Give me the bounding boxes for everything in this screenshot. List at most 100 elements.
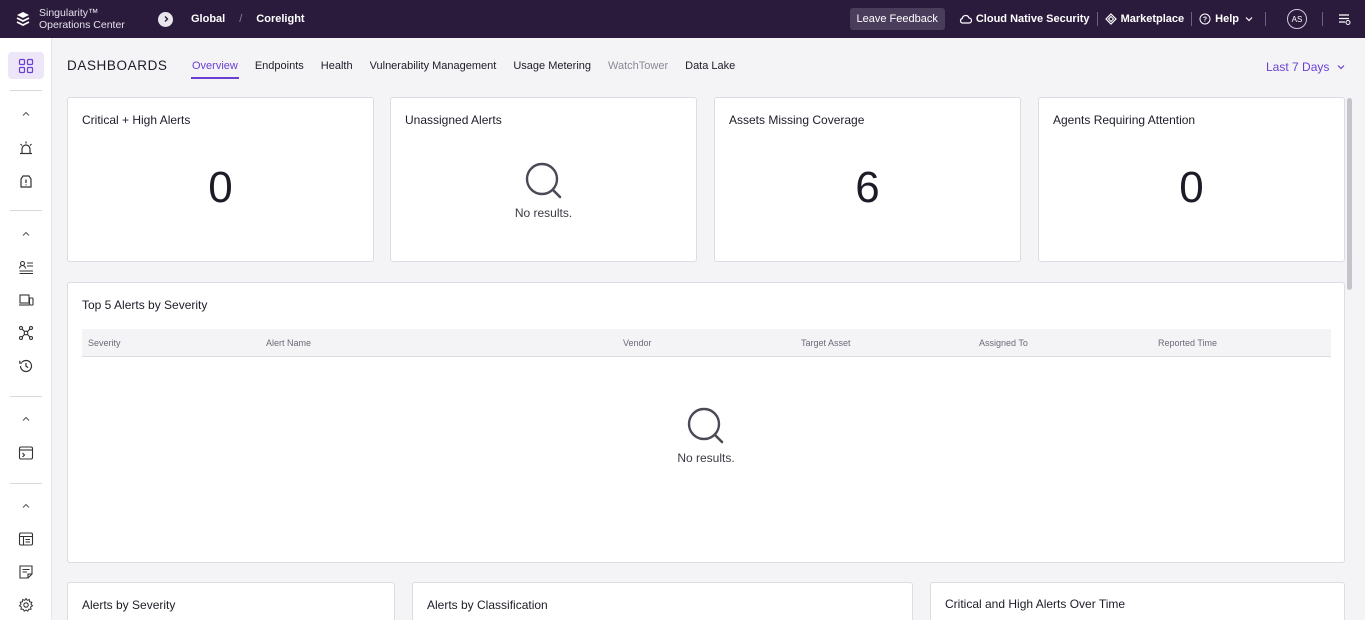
- help-label: Help: [1215, 13, 1239, 25]
- tab-watchtower[interactable]: WatchTower: [608, 60, 668, 77]
- chevron-up-icon: [22, 416, 30, 421]
- table-icon: [18, 532, 34, 546]
- product-subname: Operations Center: [39, 19, 125, 31]
- top-bar: Singularity™ Operations Center Global / …: [0, 0, 1365, 38]
- critical-high-alerts-card[interactable]: Critical + High Alerts 0: [67, 97, 374, 262]
- cloud-native-security-label: Cloud Native Security: [975, 13, 1090, 25]
- alerts-by-severity-card: Alerts by Severity: [67, 582, 395, 620]
- history-icon: [19, 359, 33, 373]
- divider: [1191, 12, 1193, 26]
- singularity-logo-icon: [16, 12, 30, 27]
- note-icon: [19, 565, 33, 579]
- notifications-list-icon[interactable]: [1338, 13, 1351, 25]
- sidebar-item-graph[interactable]: [0, 325, 52, 341]
- assets-missing-coverage-value: 6: [855, 163, 880, 212]
- sidebar-divider: [10, 396, 42, 397]
- graph-nodes-icon: [18, 325, 34, 341]
- empty-state-text: No results.: [514, 206, 573, 220]
- alerts-over-time-card: Critical and High Alerts Over Time: [930, 582, 1345, 620]
- sidebar-item-inventory[interactable]: [0, 259, 52, 275]
- card-title: Critical + High Alerts: [82, 113, 191, 127]
- sidebar-item-activity[interactable]: [0, 358, 52, 374]
- column-header-severity[interactable]: Severity: [88, 338, 121, 348]
- empty-state-text: No results.: [677, 451, 735, 465]
- product-logo[interactable]: Singularity™ Operations Center: [0, 7, 150, 31]
- terminal-icon: [18, 446, 34, 460]
- help-icon: ?: [1199, 13, 1211, 25]
- list-person-icon: [18, 260, 33, 275]
- marketplace-label: Marketplace: [1120, 13, 1185, 25]
- search-icon: [687, 407, 724, 444]
- column-header-target-asset[interactable]: Target Asset: [801, 338, 851, 348]
- chevron-up-icon: [22, 231, 30, 236]
- sidebar-collapse-toggle[interactable]: [0, 110, 52, 118]
- breadcrumb-separator: /: [239, 13, 243, 25]
- column-header-vendor[interactable]: Vendor: [623, 338, 652, 348]
- tab-vulnerability-management[interactable]: Vulnerability Management: [370, 60, 497, 77]
- leave-feedback-button[interactable]: Leave Feedback: [849, 8, 945, 30]
- sidebar-item-dashboards[interactable]: [8, 52, 44, 79]
- table-header: Severity Alert Name Vendor Target Asset …: [82, 329, 1331, 357]
- time-range-selector[interactable]: Last 7 Days: [1266, 60, 1346, 74]
- breadcrumb-site[interactable]: Corelight: [256, 13, 304, 25]
- cloud-icon: [959, 14, 972, 24]
- agents-requiring-attention-card[interactable]: Agents Requiring Attention 0: [1038, 97, 1345, 262]
- column-header-assigned-to[interactable]: Assigned To: [979, 338, 1028, 348]
- chevron-down-icon: [1245, 17, 1253, 22]
- agents-requiring-attention-value: 0: [1179, 163, 1204, 212]
- divider: [1322, 12, 1323, 26]
- incident-icon: [20, 175, 32, 188]
- svg-text:?: ?: [1203, 17, 1207, 24]
- card-title: Top 5 Alerts by Severity: [82, 298, 208, 312]
- sidebar-item-remote-ops[interactable]: [0, 445, 52, 461]
- column-header-reported-time[interactable]: Reported Time: [1158, 338, 1217, 348]
- breadcrumb-global[interactable]: Global: [191, 13, 225, 25]
- tab-overview[interactable]: Overview: [191, 60, 239, 79]
- marketplace-link[interactable]: Marketplace: [1104, 13, 1185, 25]
- assets-missing-coverage-card[interactable]: Assets Missing Coverage 6: [714, 97, 1021, 262]
- time-range-label: Last 7 Days: [1266, 60, 1330, 74]
- chevron-right-icon: [164, 16, 168, 22]
- card-title: Agents Requiring Attention: [1053, 113, 1196, 127]
- card-title: Alerts by Classification: [427, 598, 548, 612]
- tab-data-lake[interactable]: Data Lake: [685, 60, 735, 77]
- sidebar-item-endpoints[interactable]: [0, 292, 52, 308]
- help-menu[interactable]: ? Help: [1199, 13, 1258, 25]
- marketplace-icon: [1104, 13, 1117, 25]
- sidebar-item-incidents[interactable]: [0, 173, 52, 189]
- sidebar-item-alerts[interactable]: [0, 140, 52, 156]
- chevron-down-icon: [1337, 65, 1345, 70]
- column-header-alert-name[interactable]: Alert Name: [266, 338, 311, 348]
- tab-health[interactable]: Health: [321, 60, 353, 77]
- empty-state: No results.: [391, 162, 696, 220]
- sidebar-collapse-toggle[interactable]: [0, 502, 52, 510]
- tab-endpoints[interactable]: Endpoints: [255, 60, 304, 77]
- sidebar-divider: [10, 210, 42, 211]
- sidebar-item-settings[interactable]: [0, 597, 52, 613]
- sidebar-divider: [10, 483, 42, 484]
- user-avatar[interactable]: AS: [1287, 9, 1307, 29]
- alarm-icon: [20, 141, 32, 155]
- chevron-up-icon: [22, 111, 30, 116]
- chevron-up-icon: [22, 503, 30, 508]
- sidebar: [0, 38, 52, 620]
- card-title: Assets Missing Coverage: [729, 113, 865, 127]
- page-title: DASHBOARDS: [67, 58, 168, 73]
- cloud-native-security-link[interactable]: Cloud Native Security: [959, 13, 1090, 25]
- unassigned-alerts-card[interactable]: Unassigned Alerts No results.: [390, 97, 697, 262]
- gear-icon: [18, 597, 34, 612]
- sidebar-item-reports[interactable]: [0, 531, 52, 547]
- alerts-by-classification-card: Alerts by Classification: [412, 582, 913, 620]
- devices-icon: [19, 294, 34, 306]
- sidebar-item-notes[interactable]: [0, 564, 52, 580]
- sidebar-collapse-toggle[interactable]: [0, 230, 52, 238]
- tab-usage-metering[interactable]: Usage Metering: [513, 60, 591, 77]
- scope-selector-button[interactable]: [158, 11, 173, 27]
- divider: [1265, 12, 1266, 26]
- product-name: Singularity™: [39, 7, 99, 19]
- sidebar-collapse-toggle[interactable]: [0, 415, 52, 423]
- sidebar-divider: [10, 90, 42, 91]
- page-scrollbar[interactable]: [1347, 98, 1352, 290]
- dashboard-grid-icon: [18, 58, 34, 73]
- top-alerts-card: Top 5 Alerts by Severity Severity Alert …: [67, 282, 1345, 563]
